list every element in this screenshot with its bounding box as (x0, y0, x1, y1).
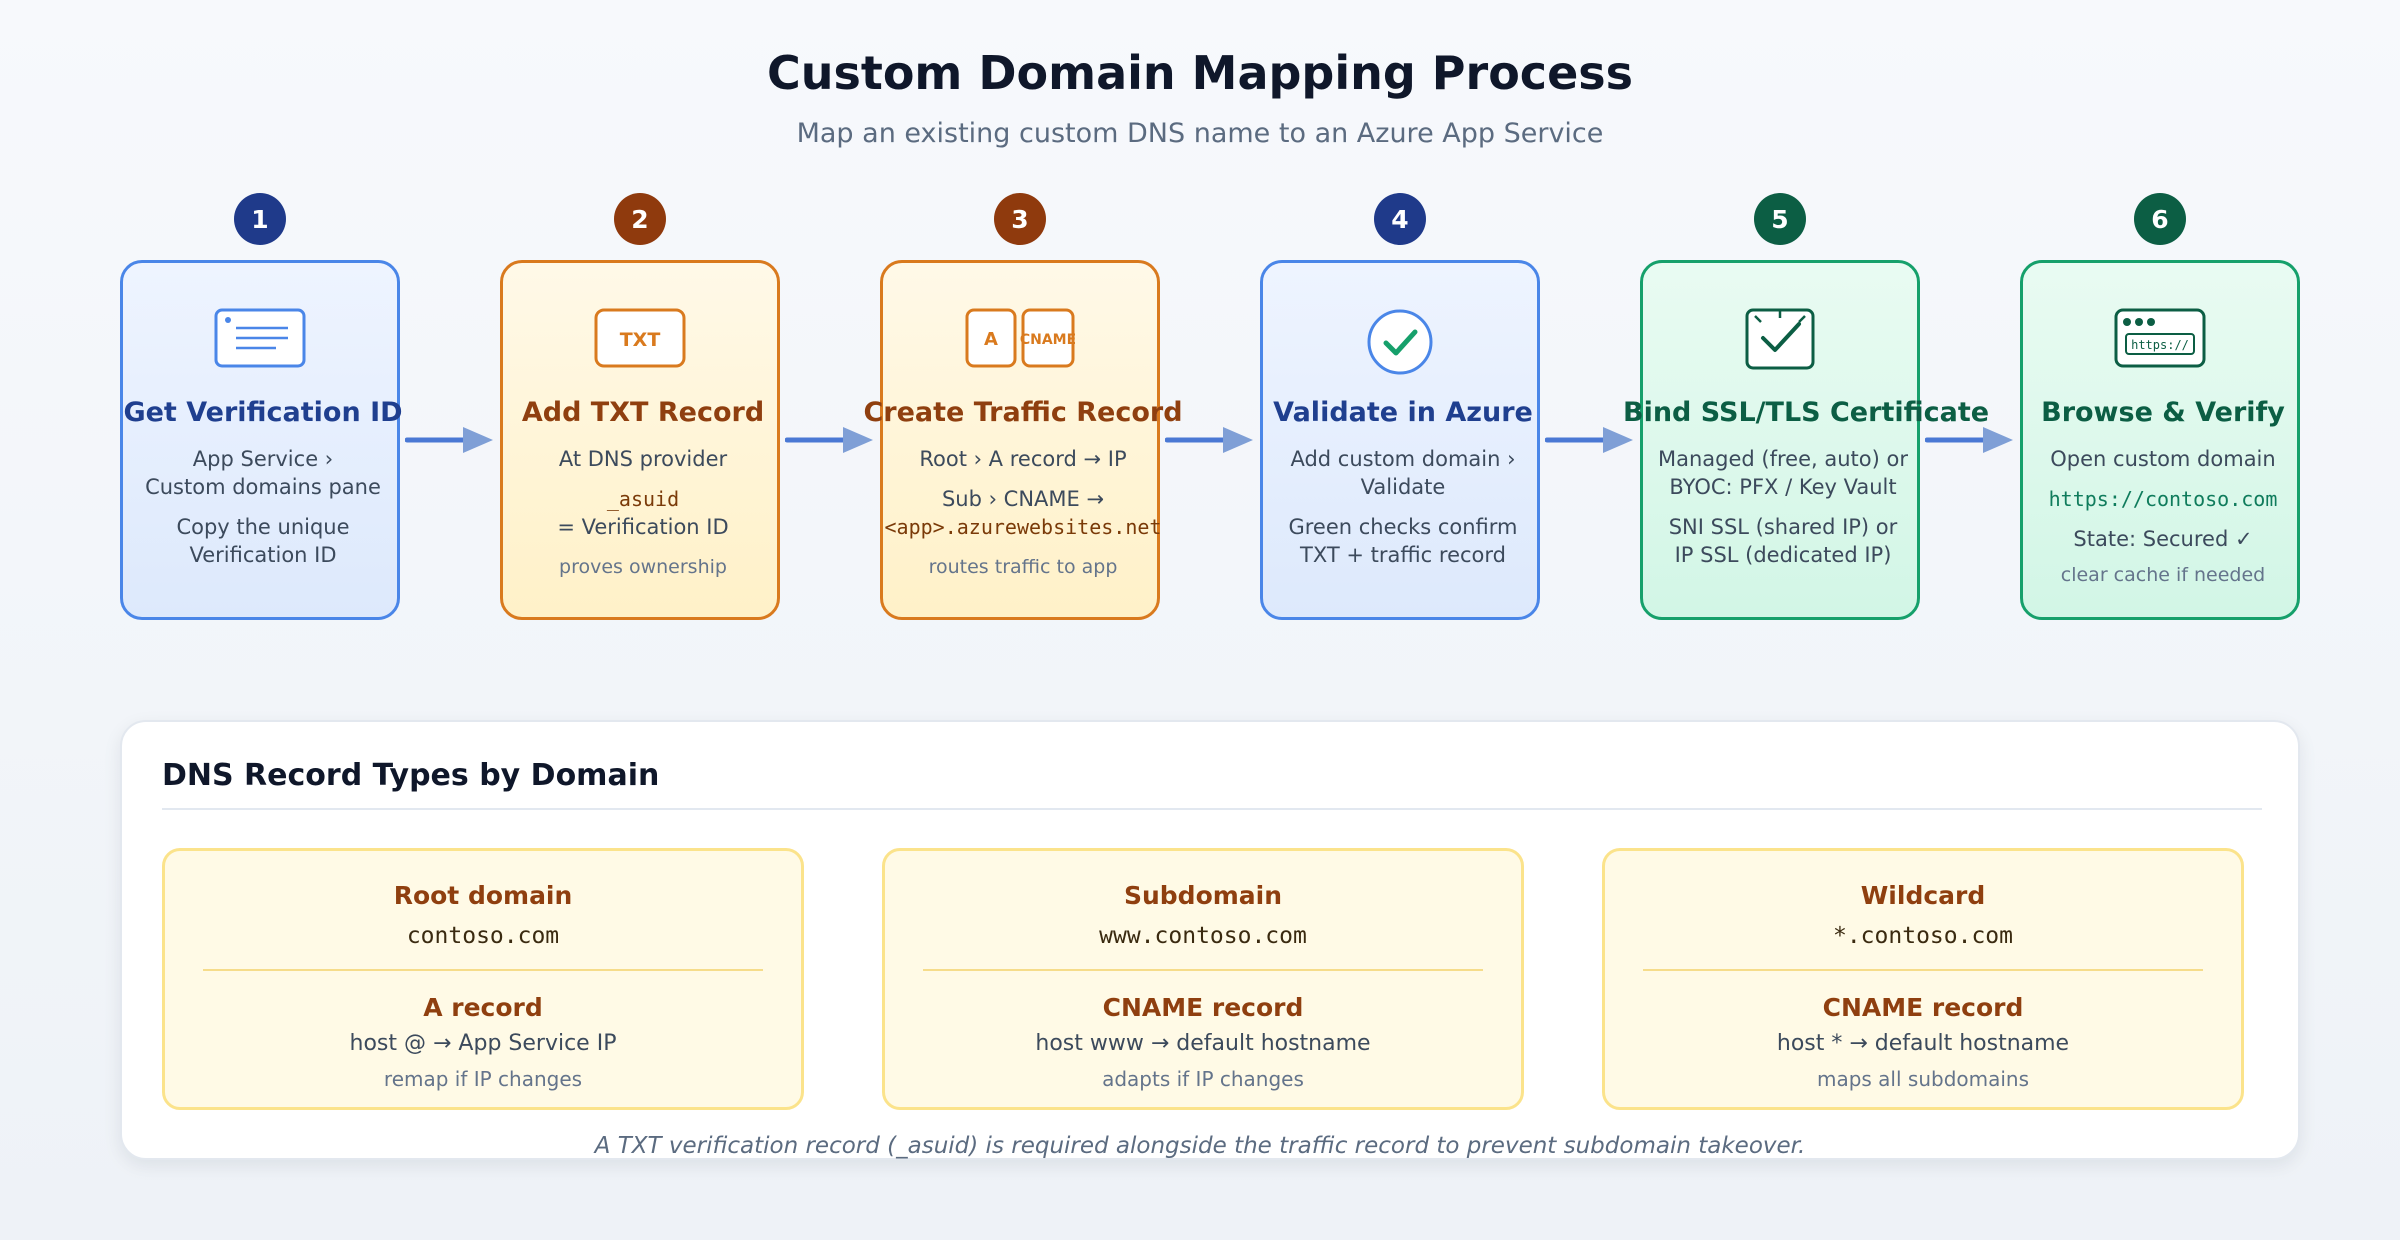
card-divider (203, 969, 763, 971)
step-4-card: Validate in Azure Add custom domain › Val… (1260, 260, 1540, 620)
step-5-badge: 5 (1754, 193, 1806, 245)
step-5-line: SNI SSL (shared IP) or (1668, 515, 1898, 539)
step-5-title: Bind SSL/TLS Certificate (1623, 397, 1990, 428)
step-4-line: Validate (1360, 475, 1446, 499)
step-4-line: TXT + traffic record (1300, 543, 1506, 567)
browser-icon: https:// (2023, 308, 2297, 370)
txt-record-icon: TXT (503, 308, 777, 370)
step-3-title: Create Traffic Record (863, 397, 1183, 428)
panel-divider (162, 808, 2262, 810)
dns-card-record: CNAME record (1822, 993, 2024, 1022)
step-2-badge: 2 (614, 193, 666, 245)
flow-arrow-icon (1165, 427, 1253, 453)
step-3-code: <app>.azurewebsites.net (884, 515, 1162, 539)
card-divider (1643, 969, 2203, 971)
flow-arrow-icon (1925, 427, 2013, 453)
step-3-line: Root › A record → IP (919, 447, 1127, 471)
dns-card-record: CNAME record (1102, 993, 1304, 1022)
step-1-badge: 1 (234, 193, 286, 245)
dns-card-host: host @ → App Service IP (349, 1031, 617, 1056)
step-3-note: routes traffic to app (928, 556, 1118, 578)
step-1-card: Get Verification ID App Service › Custom … (120, 260, 403, 620)
step-1-line: Copy the unique (176, 515, 350, 539)
card-divider (923, 969, 1483, 971)
dns-card-domain: *.contoso.com (1832, 923, 2013, 949)
step-2-note: proves ownership (559, 556, 727, 578)
step-4-badge: 4 (1374, 193, 1426, 245)
step-6-card: https:// Browse & Verify Open custom dom… (2020, 260, 2300, 620)
dns-card-note: maps all subdomains (1816, 1067, 2030, 1091)
dns-card-domain: contoso.com (406, 923, 560, 949)
step-4-line: Green checks confirm (1288, 515, 1518, 539)
step-1-line: Verification ID (189, 543, 337, 567)
flow-arrow-icon (405, 427, 493, 453)
step-3-badge: 3 (994, 193, 1046, 245)
step-3-line: Sub › CNAME → (941, 487, 1105, 511)
document-icon (123, 308, 397, 370)
dns-card-note: remap if IP changes (383, 1067, 583, 1091)
txt-icon-label: TXT (620, 329, 661, 351)
flow-arrow-icon (1545, 427, 1633, 453)
step-2-line: = Verification ID (557, 515, 729, 539)
page-title: Custom Domain Mapping Process (766, 46, 1634, 100)
page-subtitle: Map an existing custom DNS name to an Az… (796, 118, 1604, 149)
step-2-code: _asuid (606, 487, 680, 511)
dns-card-type: Root domain (393, 881, 573, 910)
footnote: A TXT verification record (_asuid) is re… (594, 1133, 1806, 1159)
dns-card-wildcard: Wildcard *.contoso.com CNAME record host… (1602, 848, 2244, 1110)
step-1-line: App Service › (192, 447, 334, 471)
step-6-note: clear cache if needed (2060, 564, 2266, 586)
dns-card-type: Subdomain (1123, 881, 1283, 910)
step-2-line: At DNS provider (558, 447, 728, 471)
step-3-card: A CNAME Create Traffic Record Root › A r… (863, 260, 1183, 620)
step-5-card: Bind SSL/TLS Certificate Managed (free, … (1623, 260, 1989, 620)
step-5-line: Managed (free, auto) or (1658, 447, 1908, 471)
step-6-code: https://contoso.com (2048, 487, 2278, 511)
dns-card-host: host * → default hostname (1776, 1031, 2070, 1056)
flow-arrow-icon (785, 427, 873, 453)
step-6-status: State: Secured ✓ (2073, 527, 2253, 551)
step-6-badge: 6 (2134, 193, 2186, 245)
step-1-line: Custom domains pane (145, 475, 381, 499)
step-5-line: IP SSL (dedicated IP) (1674, 543, 1892, 567)
step-1-title: Get Verification ID (123, 397, 403, 428)
step-5-line: BYOC: PFX / Key Vault (1669, 475, 1897, 499)
browser-icon-url: https:// (2131, 338, 2189, 352)
step-6-line: Open custom domain (2050, 447, 2276, 471)
step-4-title: Validate in Azure (1273, 397, 1533, 428)
step-4-line: Add custom domain › (1290, 447, 1516, 471)
dns-record-types-panel: DNS Record Types by Domain Root domain c… (120, 720, 2300, 1160)
dns-card-subdomain: Subdomain www.contoso.com CNAME record h… (882, 848, 1524, 1110)
dns-panel-title: DNS Record Types by Domain (162, 758, 660, 793)
dns-card-type: Wildcard (1860, 881, 1986, 910)
step-2-card: TXT Add TXT Record At DNS provider _asui… (500, 260, 780, 620)
dns-card-domain: www.contoso.com (1099, 923, 1307, 949)
cname-icon-label: CNAME (1020, 332, 1075, 348)
dns-card-record: A record (423, 993, 543, 1022)
dns-card-note: adapts if IP changes (1102, 1067, 1304, 1091)
dns-card-host: host www → default hostname (1035, 1031, 1371, 1056)
dns-card-root: Root domain contoso.com A record host @ … (162, 848, 804, 1110)
step-6-title: Browse & Verify (2041, 397, 2285, 428)
certificate-icon (1643, 308, 1917, 370)
step-2-title: Add TXT Record (521, 397, 765, 428)
a-icon-label: A (984, 329, 998, 350)
a-cname-record-icon: A CNAME (883, 308, 1157, 370)
check-circle-icon (1263, 308, 1537, 375)
